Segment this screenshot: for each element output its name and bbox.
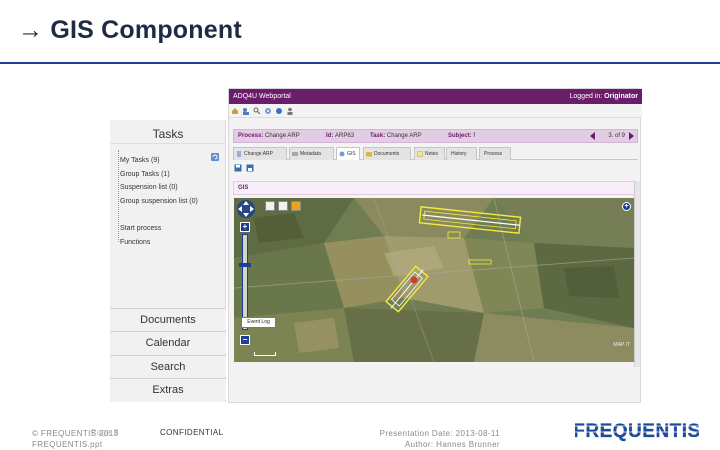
frequentis-logo: FREQUENTIS [575,421,699,442]
settings-icon[interactable] [264,107,272,115]
save-all-icon[interactable] [246,164,254,172]
pan-control-icon[interactable] [236,199,256,219]
task-item-suspension-list[interactable]: Suspension list (0) [120,181,226,195]
id-value: ARP63 [335,133,355,139]
task-item-start-process[interactable]: Start process [120,222,226,236]
process-info-bar: Process: Change ARP Id: ARP63 Task: Chan… [233,129,638,143]
zoom-out-icon[interactable]: − [240,335,250,345]
nav-search-button[interactable]: Search [110,355,226,377]
task-list: My Tasks (9) Group Tasks (1) Suspension … [120,154,226,250]
process-value: Change ARP [265,133,300,139]
zoom-slider[interactable] [242,234,248,330]
tab-process[interactable]: Process [479,147,511,160]
tab-documents[interactable]: Documents [363,147,411,160]
slide-title-text: GIS Component [50,16,242,44]
login-label: Logged in: [569,93,603,100]
next-page-icon[interactable] [629,132,634,140]
task-value: Change ARP [386,133,422,139]
satellite-map[interactable] [234,198,634,362]
tasks-panel: Tasks My Tasks (9) Group Tasks (1) Suspe… [110,120,226,402]
save-icon[interactable] [234,164,242,172]
task-item-group-tasks[interactable]: Group Tasks (1) [120,168,226,182]
save-toolbar [234,164,264,174]
login-status: Logged in: Originator [570,89,639,104]
subject-value: f [473,133,476,139]
process-info: Process: Change ARP [238,133,300,139]
document-icon [237,151,241,157]
nav-calendar-button[interactable]: Calendar [110,331,226,353]
svg-text:FREQUENTIS: FREQUENTIS [575,421,699,442]
zoom-in-icon[interactable]: + [240,222,250,232]
nav-extras-button[interactable]: Extras [110,378,226,400]
folder-icon [366,152,372,157]
footer-copyright-line2: FREQUENTIS.ppt [32,440,103,449]
tasks-header: Tasks [110,120,226,144]
tab-metadata[interactable]: Metadata [289,147,334,160]
footer-presentation-info: Presentation Date: 2013-08-11 Author: Ha… [372,428,500,450]
previous-page-icon[interactable] [590,132,595,140]
portal-scrollbar[interactable] [634,181,640,367]
task-spacer [120,208,226,222]
event-log-button[interactable]: Event Log [241,317,276,328]
task-item-my-tasks[interactable]: My Tasks (9) [120,154,226,168]
gis-section-heading: GIS [233,181,638,195]
portal-header-bar: ADQ4U Webportal Logged in: Originator [229,89,642,104]
footer-page-number: Page 8 [91,428,119,437]
nav-documents-button[interactable]: Documents [110,308,226,330]
portal-tabs: Change ARP Metadata GIS Documents Notes … [233,147,638,160]
user-icon[interactable] [286,107,294,115]
key-icon[interactable] [253,107,261,115]
portal-name: ADQ4U Webportal [233,93,291,100]
page-indicator: 3. of 9 [608,133,625,139]
help-icon[interactable] [275,107,283,115]
layer-switcher-icon[interactable]: + [622,202,631,211]
draw-line-icon[interactable] [265,201,275,211]
footer-presentation-date: Presentation Date: 2013-08-11 [379,429,500,438]
map-source-label: MAP IT [613,342,630,348]
subject-info: Subject: f [448,133,476,139]
arrow-icon: → [18,16,44,44]
footer-confidential: CONFIDENTIAL [160,428,224,437]
zoom-slider-handle[interactable] [239,263,251,267]
title-divider [0,62,720,64]
tab-gis[interactable]: GIS [336,147,360,160]
task-item-group-suspension-list[interactable]: Group suspension list (0) [120,195,226,209]
users-icon[interactable] [242,107,250,115]
portal-toolbar [229,104,642,118]
tab-notes[interactable]: Notes [414,147,445,160]
select-feature-icon[interactable] [291,201,301,211]
note-icon [417,151,423,157]
gis-map[interactable]: + − + Event Log MAP IT [234,198,634,362]
slide-title: → GIS Component [18,16,242,45]
task-item-functions[interactable]: Functions [120,236,226,250]
metadata-icon [292,152,298,156]
web-portal: ADQ4U Webportal Logged in: Originator Pr… [228,88,642,403]
measure-icon[interactable] [278,201,288,211]
footer-author: Author: Hannes Brunner [404,440,500,449]
id-info: Id: ARP63 [326,133,355,139]
login-role: Originator [604,93,638,100]
task-info: Task: Change ARP [370,133,422,139]
home-icon[interactable] [231,107,239,115]
tab-history[interactable]: History [446,147,477,160]
task-tree-line [118,150,119,242]
tab-change-arp[interactable]: Change ARP [233,147,287,160]
globe-icon [339,151,345,157]
map-scale-bar [254,352,276,356]
